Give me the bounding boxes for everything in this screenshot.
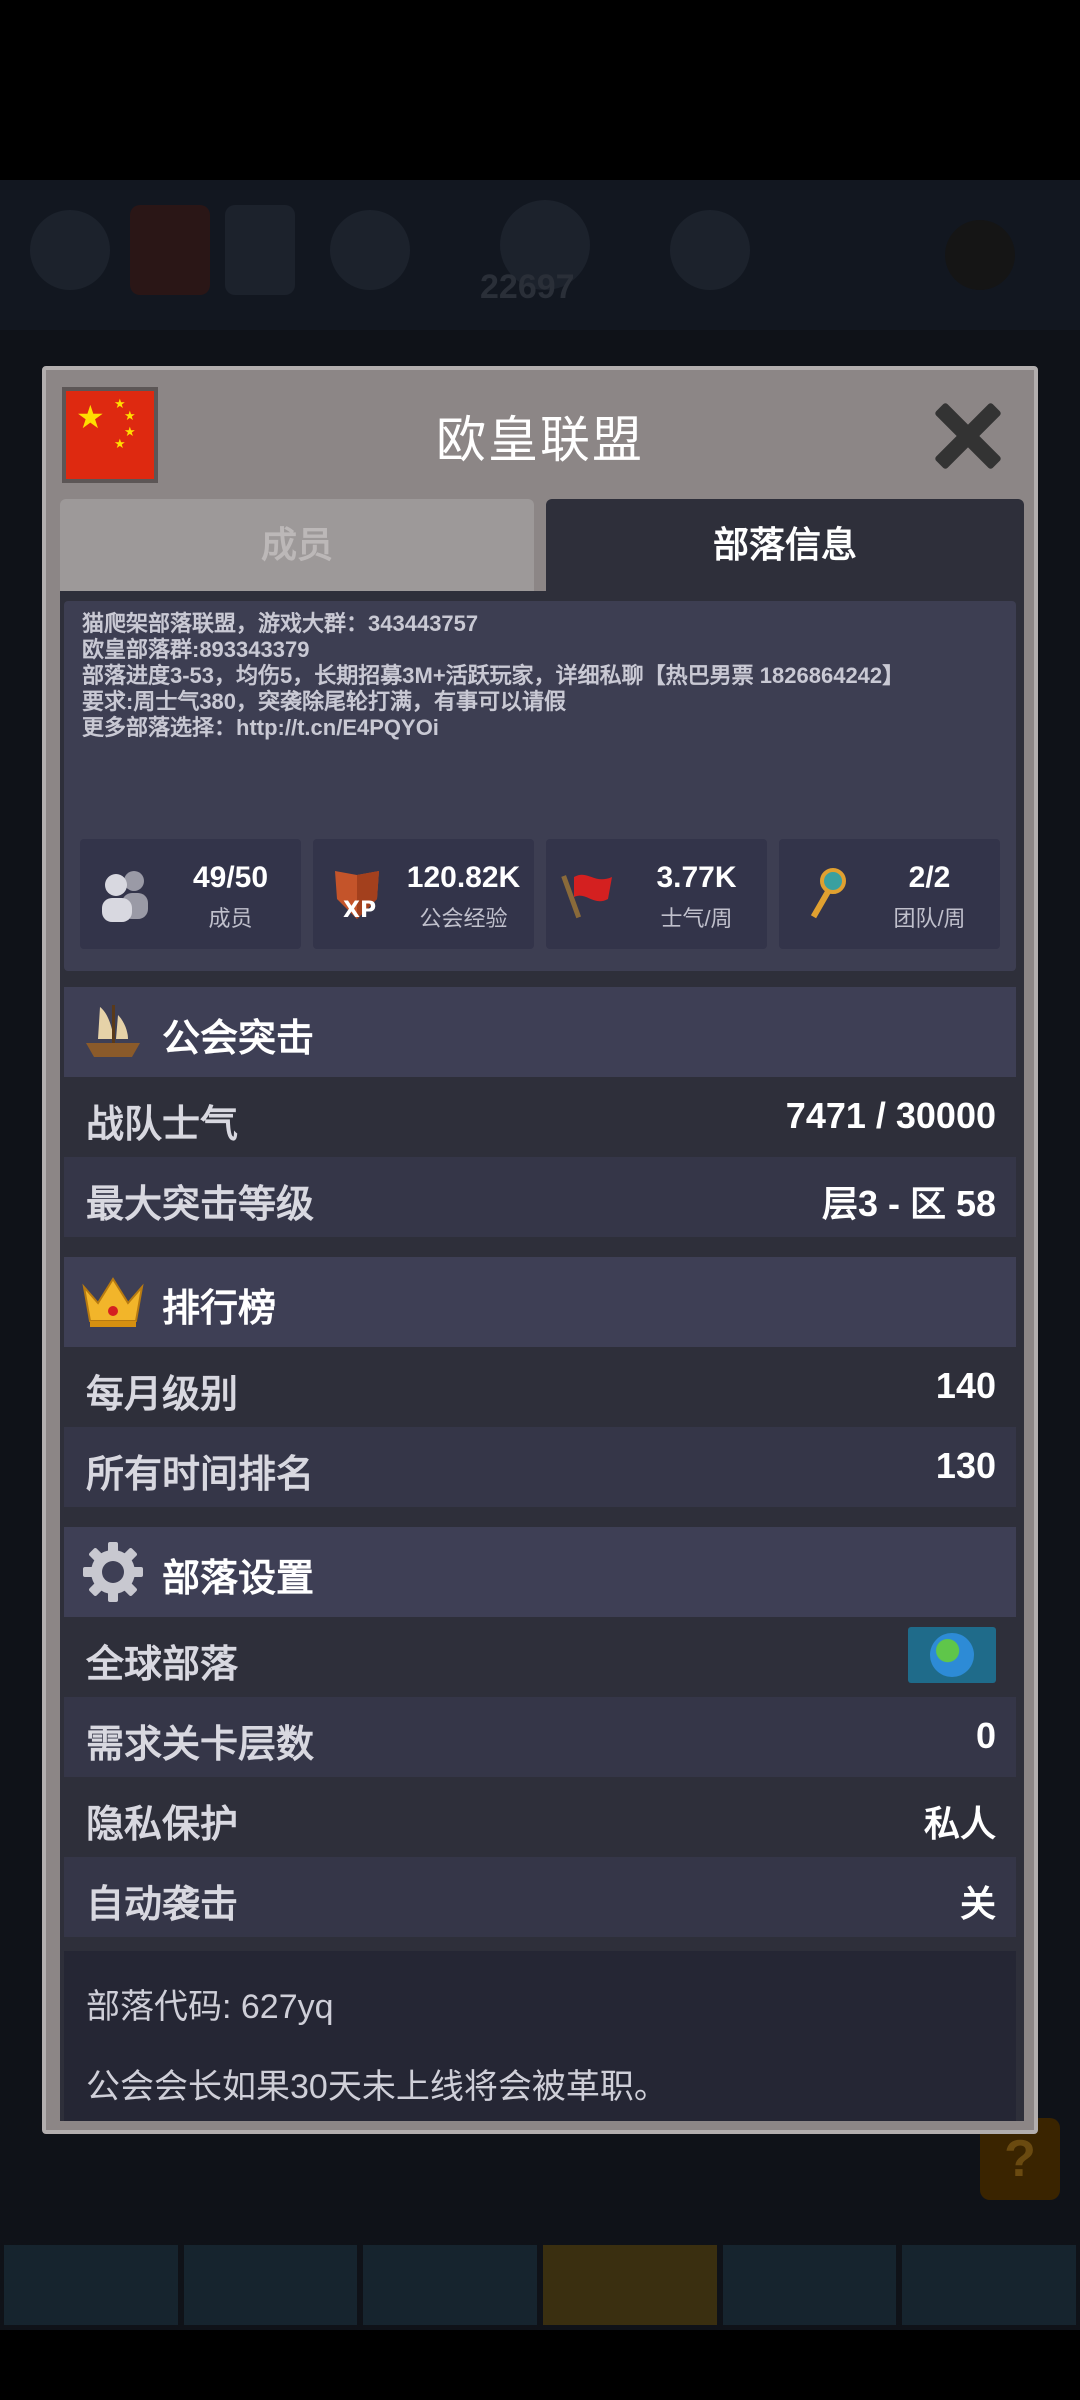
close-icon[interactable] (932, 400, 1004, 472)
gear-icon (83, 1542, 143, 1602)
bg-bottom-nav (0, 2245, 1080, 2325)
clan-description: 猫爬架部落联盟，游戏大群：343443757 欧皇部落群:893343379 部… (82, 611, 905, 740)
tab-members[interactable]: 成员 (60, 499, 534, 591)
clan-footer: 部落代码: 627yq 公会会长如果30天未上线将会被革职。 (64, 1951, 1016, 2121)
xp-shield-icon: XP (335, 871, 379, 923)
tab-clan-info[interactable]: 部落信息 (546, 499, 1024, 591)
bg-demon-icon (945, 220, 1015, 290)
stat-members: 49/50 成员 (80, 839, 301, 949)
row-required-level: 需求关卡层数 0 (64, 1697, 1016, 1777)
bg-currency-icon (330, 210, 410, 290)
clan-info-dialog: ★ ★ ★ ★ ★ 欧皇联盟 成员 部落信息 猫爬架部落联盟，游戏大群：3434… (42, 366, 1038, 2134)
key-icon (810, 868, 846, 919)
bg-shield-icon (130, 205, 210, 295)
ship-icon (86, 1005, 140, 1057)
clan-info-panel: 猫爬架部落联盟，游戏大群：343443757 欧皇部落群:893343379 部… (60, 591, 1024, 2121)
bg-gem-icon (670, 210, 750, 290)
bg-sword-icon (225, 205, 295, 295)
game-top-bar (0, 180, 1080, 330)
row-global-clan: 全球部落 (64, 1617, 1016, 1697)
tab-bar: 成员 部落信息 (60, 499, 1024, 591)
section-header-raid: 公会突击 (64, 987, 1016, 1077)
bg-gear-icon (30, 210, 110, 290)
row-monthly-rank: 每月级别 140 (64, 1347, 1016, 1427)
row-auto-raid: 自动袭击 关 (64, 1857, 1016, 1937)
clan-link[interactable]: http://t.cn/E4PQYOi (236, 715, 439, 740)
section-header-ranking: 排行榜 (64, 1257, 1016, 1347)
clan-description-box: 猫爬架部落联盟，游戏大群：343443757 欧皇部落群:893343379 部… (64, 601, 1016, 971)
row-max-raid-level: 最大突击等级 层3 - 区 58 (64, 1157, 1016, 1237)
dialog-title: 欧皇联盟 (436, 412, 644, 468)
stat-guild-xp: XP 120.82K 公会经验 (313, 839, 534, 949)
stat-team: 2/2 团队/周 (779, 839, 1000, 949)
clan-stats: 49/50 成员 XP 120.82K 公会经验 3.77K 士气/周 2/2 … (80, 839, 1000, 949)
dialog-header: ★ ★ ★ ★ ★ 欧皇联盟 (46, 370, 1034, 500)
bg-score: 22697 (480, 268, 575, 306)
row-raid-morale: 战队士气 7471 / 30000 (64, 1077, 1016, 1157)
row-privacy: 隐私保护 私人 (64, 1777, 1016, 1857)
svg-text:XP: XP (343, 898, 376, 923)
globe-toggle[interactable] (908, 1627, 996, 1683)
leader-notice: 公会会长如果30天未上线将会被革职。 (86, 2068, 668, 2106)
members-icon (102, 871, 148, 922)
row-all-time-rank: 所有时间排名 130 (64, 1427, 1016, 1507)
crown-icon (82, 1277, 144, 1327)
stat-morale: 3.77K 士气/周 (546, 839, 767, 949)
clan-code: 部落代码: 627yq (86, 1988, 334, 2026)
globe-icon (930, 1633, 974, 1677)
section-header-settings: 部落设置 (64, 1527, 1016, 1617)
red-flag-icon (561, 874, 612, 919)
